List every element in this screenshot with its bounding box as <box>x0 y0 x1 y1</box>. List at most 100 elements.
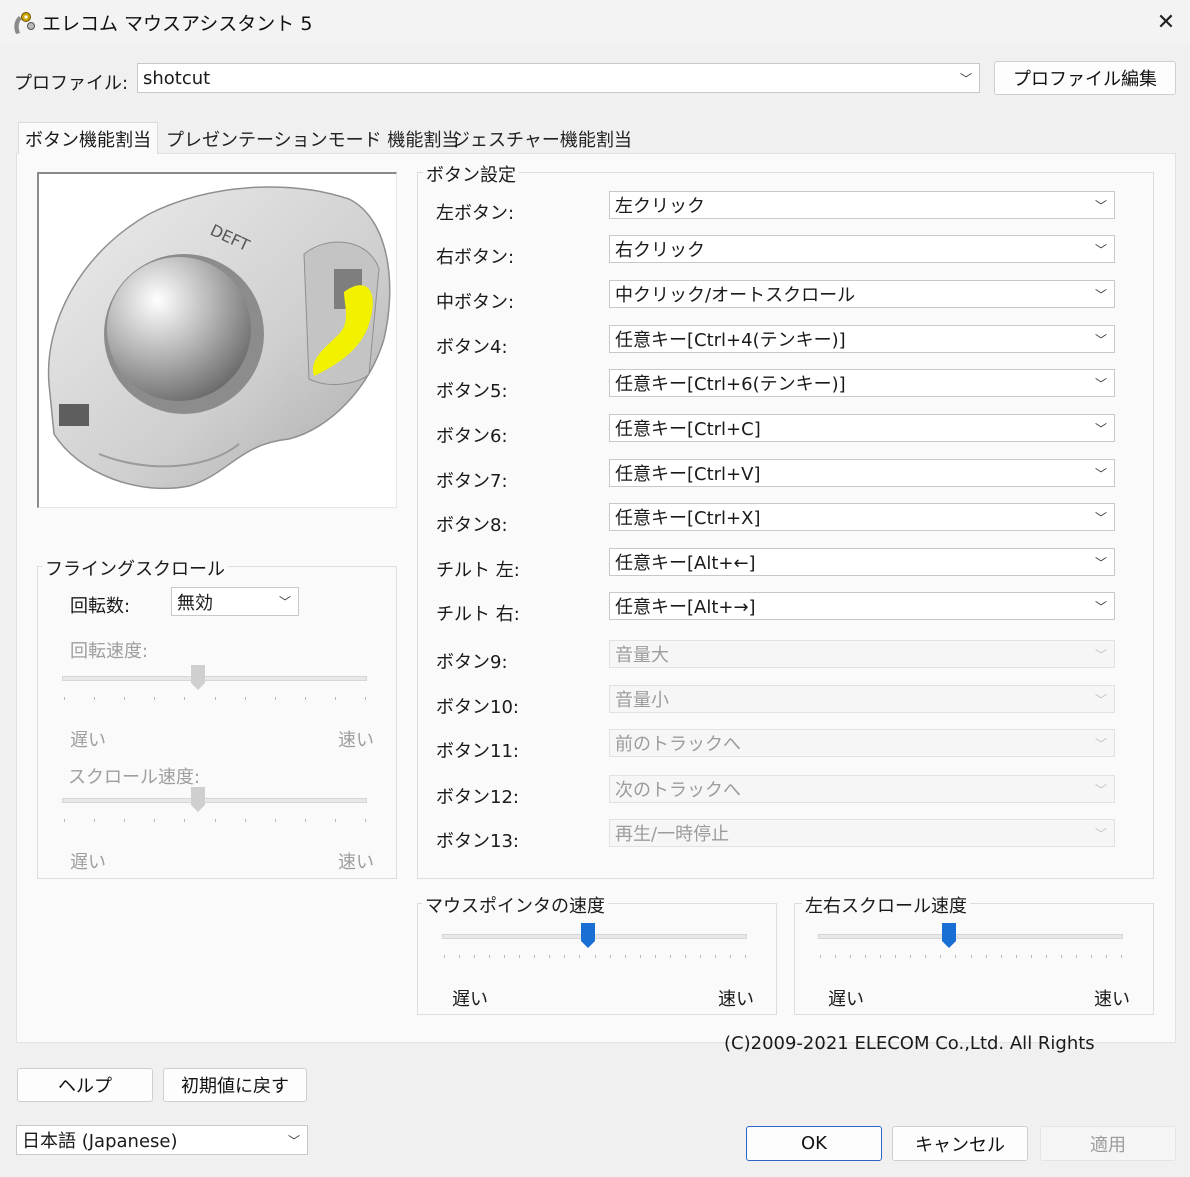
slider-tick <box>519 955 521 958</box>
button-assignment-select[interactable]: 次のトラックへ ﹀ <box>609 775 1115 803</box>
button-assignment-value: 再生/一時停止 <box>615 824 730 845</box>
horizontal-scroll-speed-title: 左右スクロール速度 <box>802 892 970 918</box>
button-assignment-value: 任意キー[Ctrl+6(テンキー)] <box>615 374 846 395</box>
rotation-count-value: 無効 <box>177 592 213 614</box>
button-assignment-value: 音量小 <box>615 690 669 711</box>
profile-select[interactable]: shotcut ﹀ <box>137 63 980 93</box>
chevron-down-icon: ﹀ <box>1094 647 1107 662</box>
slider-tick <box>1060 955 1062 958</box>
slider-tick <box>1075 955 1077 958</box>
mouse-image: DEFT <box>37 172 397 508</box>
slider-tick <box>334 819 336 822</box>
button-row-label: 左ボタン: <box>436 203 515 224</box>
slider-tick <box>910 955 912 958</box>
chevron-down-icon: ﹀ <box>1094 332 1107 347</box>
horizontal-scroll-speed-slider[interactable] <box>818 934 1123 939</box>
scroll-speed-slider[interactable] <box>62 798 367 803</box>
button-assignment-select[interactable]: 左クリック ﹀ <box>609 191 1115 219</box>
pointer-speed-slider-thumb[interactable] <box>581 923 596 948</box>
reset-defaults-button[interactable]: 初期値に戻す <box>163 1068 307 1102</box>
button-assignment-value: 左クリック <box>615 196 705 217</box>
button-assignment-select[interactable]: 右クリック ﹀ <box>609 235 1115 263</box>
ok-button[interactable]: OK <box>746 1126 882 1161</box>
tab-presentation-mode[interactable]: プレゼンテーションモード 機能割当 <box>160 124 465 154</box>
tab-gesture-assign[interactable]: ジェスチャー機能割当 <box>446 124 638 154</box>
button-row-label: ボタン5: <box>436 381 508 402</box>
slider-tick <box>564 955 566 958</box>
button-assignment-select[interactable]: 任意キー[Ctrl+C] ﹀ <box>609 414 1115 442</box>
slider-tick <box>534 955 536 958</box>
button-assignment-select[interactable]: 任意キー[Ctrl+6(テンキー)] ﹀ <box>609 369 1115 397</box>
slider-tick <box>444 955 445 958</box>
button-assignment-select[interactable]: 任意キー[Ctrl+V] ﹀ <box>609 459 1115 487</box>
slider-tick <box>304 819 306 822</box>
rotation-count-select[interactable]: 無効 ﹀ <box>171 587 299 616</box>
slider-tick <box>214 819 216 822</box>
button-row-label: ボタン10: <box>436 697 519 718</box>
close-button[interactable]: ✕ <box>1148 6 1184 38</box>
button-assignment-select[interactable]: 任意キー[Alt+←] ﹀ <box>609 548 1115 576</box>
button-assignment-select[interactable]: 任意キー[Ctrl+4(テンキー)] ﹀ <box>609 325 1115 353</box>
chevron-down-icon: ﹀ <box>1094 736 1107 751</box>
button-assignment-select[interactable]: 任意キー[Ctrl+X] ﹀ <box>609 503 1115 531</box>
slider-tick <box>1121 955 1122 958</box>
slider-tick <box>1090 955 1092 958</box>
slider-tick <box>925 955 927 958</box>
slider-tick <box>474 955 476 958</box>
slider-tick <box>1105 955 1107 958</box>
button-row-label: ボタン11: <box>436 741 519 762</box>
button-row-label: チルト 左: <box>436 560 520 581</box>
profile-edit-button[interactable]: プロファイル編集 <box>994 61 1176 95</box>
slider-tick <box>594 955 596 958</box>
slider-tick <box>94 819 96 822</box>
slider-tick <box>955 955 957 958</box>
chevron-down-icon: ﹀ <box>959 71 972 86</box>
slider-tick <box>1015 955 1017 958</box>
chevron-down-icon: ﹀ <box>1094 826 1107 841</box>
cancel-button[interactable]: キャンセル <box>892 1126 1028 1161</box>
button-row-label: ボタン6: <box>436 426 508 447</box>
rotation-count-label: 回転数: <box>70 596 131 617</box>
scroll-speed-label: スクロール速度: <box>68 767 201 788</box>
button-assignment-select[interactable]: 音量大 ﹀ <box>609 640 1115 668</box>
tab-button-assign[interactable]: ボタン機能割当 <box>18 122 158 154</box>
button-assignment-value: 任意キー[Ctrl+X] <box>615 508 761 529</box>
profile-label: プロファイル: <box>14 73 129 94</box>
slider-tick <box>745 955 746 958</box>
button-assignment-select[interactable]: 任意キー[Alt+→] ﹀ <box>609 592 1115 620</box>
scroll-speed-fast: 速い <box>338 852 374 873</box>
slider-tick <box>684 955 686 958</box>
pointer-speed-title: マウスポインタの速度 <box>422 892 608 918</box>
slider-tick <box>729 955 731 958</box>
slider-tick <box>184 819 186 822</box>
button-assignment-select[interactable]: 中クリック/オートスクロール ﹀ <box>609 280 1115 308</box>
button-assignment-value: 任意キー[Ctrl+4(テンキー)] <box>615 330 846 351</box>
button-assignment-select[interactable]: 再生/一時停止 ﹀ <box>609 819 1115 847</box>
language-select[interactable]: 日本語 (Japanese) ﹀ <box>16 1125 308 1155</box>
button-row-label: ボタン7: <box>436 471 508 492</box>
slider-tick <box>699 955 701 958</box>
app-icon <box>10 10 36 36</box>
chevron-down-icon: ﹀ <box>1094 692 1107 707</box>
close-icon: ✕ <box>1156 9 1176 35</box>
button-row-label: チルト 右: <box>436 604 520 625</box>
chevron-down-icon: ﹀ <box>1094 782 1107 797</box>
rotation-speed-slider-thumb[interactable] <box>191 665 205 690</box>
slider-tick <box>865 955 867 958</box>
slider-tick <box>274 697 276 700</box>
button-assignment-select[interactable]: 前のトラックへ ﹀ <box>609 729 1115 757</box>
slider-tick <box>654 955 656 958</box>
rotation-speed-slider[interactable] <box>62 676 367 681</box>
slider-tick <box>1030 955 1032 958</box>
help-button[interactable]: ヘルプ <box>17 1068 153 1102</box>
apply-button[interactable]: 適用 <box>1040 1126 1176 1161</box>
slider-tick <box>895 955 897 958</box>
language-select-value: 日本語 (Japanese) <box>22 1131 178 1152</box>
slider-tick <box>850 955 852 958</box>
slider-tick <box>94 697 96 700</box>
horizontal-scroll-speed-slider-thumb[interactable] <box>942 923 957 948</box>
scroll-speed-slider-thumb[interactable] <box>191 787 205 812</box>
button-assignment-select[interactable]: 音量小 ﹀ <box>609 685 1115 713</box>
button-assignment-value: 音量大 <box>615 645 669 666</box>
rotation-speed-slow: 遅い <box>70 730 106 751</box>
